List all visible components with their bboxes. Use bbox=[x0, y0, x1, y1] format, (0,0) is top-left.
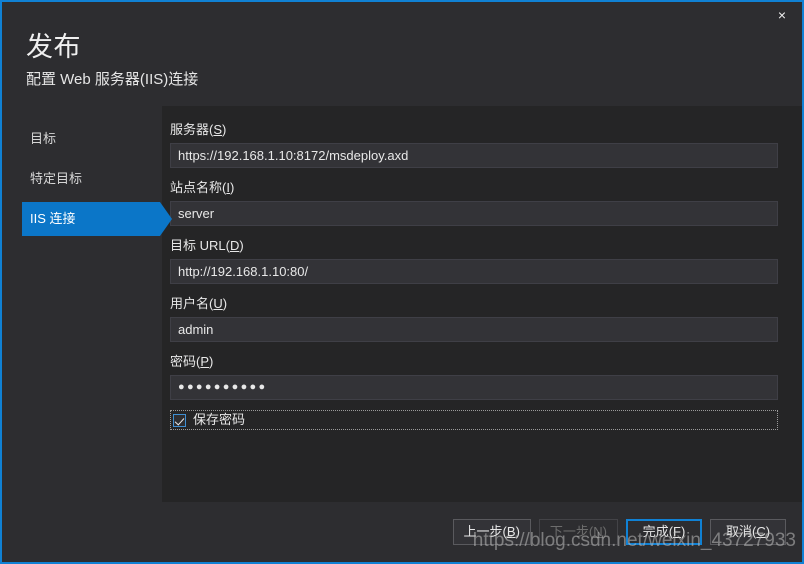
server-field: 服务器(S) bbox=[170, 120, 778, 168]
password-label: 密码(P) bbox=[170, 354, 214, 369]
sidebar-item-1[interactable]: 特定目标 bbox=[2, 162, 162, 196]
previous-button[interactable]: 上一步(B) bbox=[452, 519, 531, 545]
checkmark-icon[interactable] bbox=[173, 413, 186, 427]
finish-button-accelerator: F bbox=[673, 524, 681, 539]
site-name-accelerator: I bbox=[226, 180, 230, 195]
save-password-label: 保存密码 bbox=[193, 412, 246, 427]
wizard-sidebar: 目标特定目标 IIS 连接 bbox=[2, 106, 172, 502]
password-input[interactable]: ●●●●●●●●●● bbox=[170, 375, 778, 400]
username-input[interactable] bbox=[170, 317, 778, 342]
destination-url-input[interactable] bbox=[170, 259, 778, 284]
page-title: 发布 bbox=[26, 32, 81, 62]
site-name-field: 站点名称(I) bbox=[170, 178, 778, 226]
sidebar-item-label: 目标 bbox=[30, 131, 57, 146]
next-button: 下一步(N) bbox=[538, 519, 618, 545]
destination-url-label-text: 目标 URL bbox=[170, 238, 226, 253]
password-field: 密码(P) ●●●●●●●●●● bbox=[170, 352, 778, 400]
finish-button-label: 完成 bbox=[642, 524, 669, 539]
save-password-checkbox-row[interactable]: 保存密码 bbox=[170, 410, 778, 430]
sidebar-item-label: IIS 连接 bbox=[30, 211, 76, 226]
dialog-body: 目标特定目标 IIS 连接 服务器(S) 站点名称(I) 目标 URL(D) 用户名(U… bbox=[2, 106, 802, 502]
destination-url-accelerator: D bbox=[229, 238, 240, 253]
page-subtitle: 配置 Web 服务器(IIS)连接 bbox=[26, 71, 199, 88]
previous-button-label: 上一步 bbox=[463, 524, 503, 539]
password-masked-value: ●●●●●●●●●● bbox=[178, 381, 268, 393]
password-accelerator: P bbox=[200, 354, 210, 369]
cancel-button[interactable]: 取消(C) bbox=[710, 519, 786, 545]
server-input[interactable] bbox=[170, 143, 778, 168]
server-label: 服务器(S) bbox=[170, 122, 227, 137]
site-name-label: 站点名称(I) bbox=[170, 180, 235, 195]
title-bar: × bbox=[2, 2, 802, 30]
server-label-text: 服务器 bbox=[170, 122, 210, 137]
server-accelerator: S bbox=[213, 122, 223, 137]
close-icon[interactable]: × bbox=[762, 2, 802, 28]
username-field: 用户名(U) bbox=[170, 294, 778, 342]
username-accelerator: U bbox=[213, 296, 223, 311]
next-button-label: 下一步 bbox=[549, 524, 589, 539]
sidebar-item-2[interactable]: IIS 连接 bbox=[22, 202, 172, 236]
password-label-text: 密码 bbox=[170, 354, 197, 369]
next-button-accelerator: N bbox=[593, 524, 603, 539]
destination-url-field: 目标 URL(D) bbox=[170, 236, 778, 284]
destination-url-label: 目标 URL(D) bbox=[170, 238, 244, 253]
cancel-button-accelerator: C bbox=[756, 524, 766, 539]
site-name-input[interactable] bbox=[170, 201, 778, 226]
finish-button[interactable]: 完成(F) bbox=[626, 519, 702, 545]
site-name-label-text: 站点名称 bbox=[170, 180, 223, 195]
iis-connection-form: 服务器(S) 站点名称(I) 目标 URL(D) 用户名(U) 密码(P) ●●●●●●●… bbox=[162, 106, 802, 502]
username-label-text: 用户名 bbox=[170, 296, 210, 311]
publish-dialog: × 发布 配置 Web 服务器(IIS)连接 目标特定目标 IIS 连接 服务器(… bbox=[0, 0, 804, 564]
username-label: 用户名(U) bbox=[170, 296, 228, 311]
dialog-footer: 上一步(B) 下一步(N) 完成(F) 取消(C) https://blog.csdn.… bbox=[2, 502, 802, 562]
sidebar-item-0[interactable]: 目标 bbox=[2, 122, 162, 156]
sidebar-item-label: 特定目标 bbox=[30, 171, 83, 186]
cancel-button-label: 取消 bbox=[725, 524, 752, 539]
dialog-header: 发布 配置 Web 服务器(IIS)连接 bbox=[2, 30, 802, 106]
previous-button-accelerator: B bbox=[506, 524, 516, 539]
